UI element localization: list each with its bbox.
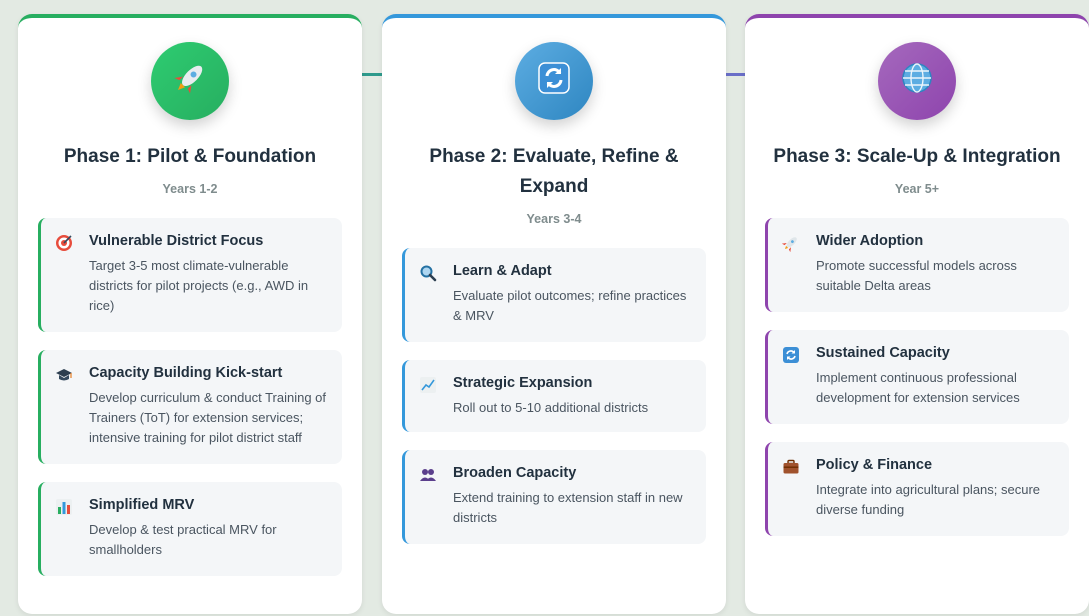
connector-line-1-2 xyxy=(362,73,382,76)
globe-icon xyxy=(900,61,934,101)
trend-chart-icon xyxy=(419,376,437,394)
item-title: Policy & Finance xyxy=(816,457,933,473)
item-description: Integrate into agricultural plans; secur… xyxy=(816,482,1041,517)
phase-2-title: Phase 2: Evaluate, Refine & Expand xyxy=(429,146,679,197)
item-title: Vulnerable District Focus xyxy=(89,233,264,249)
phase-3-title: Phase 3: Scale-Up & Integration xyxy=(773,146,1061,167)
phase-1-years: Years 1-2 xyxy=(162,182,218,196)
phase-2-badge xyxy=(515,42,593,120)
refresh-icon xyxy=(782,346,800,364)
phase-3-item-3: Policy & Finance Integrate into agricult… xyxy=(765,442,1069,536)
phase-3-card: Phase 3: Scale-Up & Integration Year 5+ … xyxy=(745,14,1089,614)
item-title: Broaden Capacity xyxy=(453,465,577,481)
bar-chart-icon xyxy=(55,498,73,516)
item-description: Target 3-5 most climate-vulnerable distr… xyxy=(89,258,309,313)
magnifier-icon xyxy=(419,264,437,282)
item-description: Extend training to extension staff in ne… xyxy=(453,490,683,525)
item-description: Develop & test practical MRV for smallho… xyxy=(89,522,277,557)
item-title: Simplified MRV xyxy=(89,497,195,513)
phase-1-item-3: Simplified MRV Develop & test practical … xyxy=(38,482,342,576)
phase-1-item-2: Capacity Building Kick-start Develop cur… xyxy=(38,350,342,464)
phase-3-years: Year 5+ xyxy=(894,182,940,196)
phase-2-item-2: Strategic Expansion Roll out to 5-10 add… xyxy=(402,360,706,432)
item-description: Roll out to 5-10 additional districts xyxy=(453,400,649,415)
phase-3-item-1: Wider Adoption Promote successful models… xyxy=(765,218,1069,312)
people-icon xyxy=(419,466,437,484)
phase-1-badge xyxy=(151,42,229,120)
rocket-icon xyxy=(170,58,210,104)
item-description: Develop curriculum & conduct Training of… xyxy=(89,390,327,445)
target-icon xyxy=(55,234,73,252)
item-title: Capacity Building Kick-start xyxy=(89,365,283,381)
phase-2-item-3: Broaden Capacity Extend training to exte… xyxy=(402,450,706,544)
item-title: Wider Adoption xyxy=(816,233,924,249)
rocket-icon xyxy=(782,234,800,252)
refresh-icon xyxy=(537,61,571,101)
phase-2-item-1: Learn & Adapt Evaluate pilot outcomes; r… xyxy=(402,248,706,342)
item-title: Sustained Capacity xyxy=(816,345,950,361)
phase-3-badge xyxy=(878,42,956,120)
item-description: Evaluate pilot outcomes; refine practice… xyxy=(453,288,687,323)
phase-1-card: Phase 1: Pilot & Foundation Years 1-2 Vu… xyxy=(18,14,362,614)
phase-2-years: Years 3-4 xyxy=(526,212,582,226)
item-description: Implement continuous professional develo… xyxy=(816,370,1020,405)
phase-1-item-1: Vulnerable District Focus Target 3-5 mos… xyxy=(38,218,342,332)
phase-3-item-2: Sustained Capacity Implement continuous … xyxy=(765,330,1069,424)
graduation-cap-icon xyxy=(55,366,73,384)
phase-1-title: Phase 1: Pilot & Foundation xyxy=(63,146,317,167)
item-description: Promote successful models across suitabl… xyxy=(816,258,1017,293)
connector-line-2-3 xyxy=(725,73,745,76)
item-title: Strategic Expansion xyxy=(453,375,593,391)
item-title: Learn & Adapt xyxy=(453,263,552,279)
phase-2-card: Phase 2: Evaluate, Refine & Expand Years… xyxy=(382,14,726,614)
briefcase-icon xyxy=(782,458,800,476)
